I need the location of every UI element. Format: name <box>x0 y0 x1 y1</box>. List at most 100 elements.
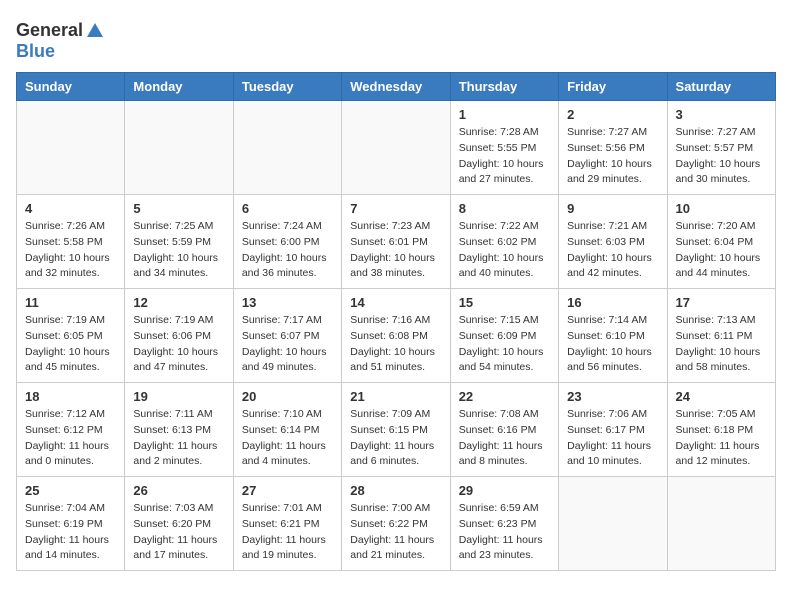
day-number: 13 <box>242 295 333 310</box>
day-info: Sunrise: 7:17 AM Sunset: 6:07 PM Dayligh… <box>242 313 333 376</box>
logo-blue-text: Blue <box>16 41 55 61</box>
day-info: Sunrise: 7:09 AM Sunset: 6:15 PM Dayligh… <box>350 407 441 470</box>
calendar-cell <box>667 477 775 571</box>
day-number: 4 <box>25 201 116 216</box>
calendar-cell <box>233 101 341 195</box>
day-number: 10 <box>676 201 767 216</box>
calendar-cell: 29 Sunrise: 6:59 AM Sunset: 6:23 PM Dayli… <box>450 477 558 571</box>
calendar-cell: 5 Sunrise: 7:25 AM Sunset: 5:59 PM Daylig… <box>125 195 233 289</box>
calendar-cell: 7 Sunrise: 7:23 AM Sunset: 6:01 PM Daylig… <box>342 195 450 289</box>
calendar-cell <box>342 101 450 195</box>
day-number: 17 <box>676 295 767 310</box>
calendar-cell: 15Sunrise: 7:15 AM Sunset: 6:09 PM Dayli… <box>450 289 558 383</box>
day-info: Sunrise: 6:59 AM Sunset: 6:23 PM Dayligh… <box>459 501 550 564</box>
day-info: Sunrise: 7:19 AM Sunset: 6:06 PM Dayligh… <box>133 313 224 376</box>
calendar-cell: 20 Sunrise: 7:10 AM Sunset: 6:14 PM Dayli… <box>233 383 341 477</box>
calendar-cell <box>17 101 125 195</box>
day-number: 6 <box>242 201 333 216</box>
day-info: Sunrise: 7:15 AM Sunset: 6:09 PM Dayligh… <box>459 313 550 376</box>
day-number: 9 <box>567 201 658 216</box>
calendar-cell: 9 Sunrise: 7:21 AM Sunset: 6:03 PM Daylig… <box>559 195 667 289</box>
calendar-table: SundayMondayTuesdayWednesdayThursdayFrid… <box>16 72 776 571</box>
day-number: 26 <box>133 483 224 498</box>
weekday-header-saturday: Saturday <box>667 73 775 101</box>
calendar-cell: 17 Sunrise: 7:13 AM Sunset: 6:11 PM Dayli… <box>667 289 775 383</box>
calendar-week-1: 1 Sunrise: 7:28 AM Sunset: 5:55 PM Daylig… <box>17 101 776 195</box>
calendar-cell: 4 Sunrise: 7:26 AM Sunset: 5:58 PM Daylig… <box>17 195 125 289</box>
day-info: Sunrise: 7:26 AM Sunset: 5:58 PM Dayligh… <box>25 219 116 282</box>
logo: General Blue <box>16 20 105 62</box>
day-info: Sunrise: 7:08 AM Sunset: 6:16 PM Dayligh… <box>459 407 550 470</box>
weekday-header-monday: Monday <box>125 73 233 101</box>
day-number: 5 <box>133 201 224 216</box>
day-info: Sunrise: 7:10 AM Sunset: 6:14 PM Dayligh… <box>242 407 333 470</box>
day-number: 7 <box>350 201 441 216</box>
day-info: Sunrise: 7:19 AM Sunset: 6:05 PM Dayligh… <box>25 313 116 376</box>
day-info: Sunrise: 7:23 AM Sunset: 6:01 PM Dayligh… <box>350 219 441 282</box>
day-info: Sunrise: 7:16 AM Sunset: 6:08 PM Dayligh… <box>350 313 441 376</box>
day-number: 19 <box>133 389 224 404</box>
calendar-week-5: 25 Sunrise: 7:04 AM Sunset: 6:19 PM Dayli… <box>17 477 776 571</box>
calendar-cell: 11 Sunrise: 7:19 AM Sunset: 6:05 PM Dayli… <box>17 289 125 383</box>
day-info: Sunrise: 7:05 AM Sunset: 6:18 PM Dayligh… <box>676 407 767 470</box>
day-info: Sunrise: 7:21 AM Sunset: 6:03 PM Dayligh… <box>567 219 658 282</box>
calendar-cell: 23 Sunrise: 7:06 AM Sunset: 6:17 PM Dayli… <box>559 383 667 477</box>
calendar-cell: 21 Sunrise: 7:09 AM Sunset: 6:15 PM Dayli… <box>342 383 450 477</box>
day-info: Sunrise: 7:00 AM Sunset: 6:22 PM Dayligh… <box>350 501 441 564</box>
calendar-cell: 10 Sunrise: 7:20 AM Sunset: 6:04 PM Dayli… <box>667 195 775 289</box>
day-info: Sunrise: 7:25 AM Sunset: 5:59 PM Dayligh… <box>133 219 224 282</box>
weekday-header-wednesday: Wednesday <box>342 73 450 101</box>
day-info: Sunrise: 7:28 AM Sunset: 5:55 PM Dayligh… <box>459 125 550 188</box>
calendar-cell: 14 Sunrise: 7:16 AM Sunset: 6:08 PM Dayli… <box>342 289 450 383</box>
day-number: 3 <box>676 107 767 122</box>
calendar-cell <box>559 477 667 571</box>
day-info: Sunrise: 7:27 AM Sunset: 5:56 PM Dayligh… <box>567 125 658 188</box>
calendar-cell: 28 Sunrise: 7:00 AM Sunset: 6:22 PM Dayli… <box>342 477 450 571</box>
calendar-cell: 18Sunrise: 7:12 AM Sunset: 6:12 PM Dayli… <box>17 383 125 477</box>
day-info: Sunrise: 7:04 AM Sunset: 6:19 PM Dayligh… <box>25 501 116 564</box>
calendar-week-3: 11 Sunrise: 7:19 AM Sunset: 6:05 PM Dayli… <box>17 289 776 383</box>
header: General Blue <box>16 16 776 62</box>
day-number: 11 <box>25 295 116 310</box>
day-number: 21 <box>350 389 441 404</box>
day-number: 1 <box>459 107 550 122</box>
day-number: 27 <box>242 483 333 498</box>
calendar-cell: 27Sunrise: 7:01 AM Sunset: 6:21 PM Dayli… <box>233 477 341 571</box>
day-info: Sunrise: 7:12 AM Sunset: 6:12 PM Dayligh… <box>25 407 116 470</box>
calendar-cell: 22 Sunrise: 7:08 AM Sunset: 6:16 PM Dayli… <box>450 383 558 477</box>
day-number: 20 <box>242 389 333 404</box>
calendar-cell: 8 Sunrise: 7:22 AM Sunset: 6:02 PM Daylig… <box>450 195 558 289</box>
weekday-header-thursday: Thursday <box>450 73 558 101</box>
calendar-cell: 26 Sunrise: 7:03 AM Sunset: 6:20 PM Dayli… <box>125 477 233 571</box>
day-info: Sunrise: 7:14 AM Sunset: 6:10 PM Dayligh… <box>567 313 658 376</box>
calendar-cell: 19Sunrise: 7:11 AM Sunset: 6:13 PM Dayli… <box>125 383 233 477</box>
day-info: Sunrise: 7:22 AM Sunset: 6:02 PM Dayligh… <box>459 219 550 282</box>
calendar-cell: 6 Sunrise: 7:24 AM Sunset: 6:00 PM Daylig… <box>233 195 341 289</box>
day-number: 28 <box>350 483 441 498</box>
weekday-header-row: SundayMondayTuesdayWednesdayThursdayFrid… <box>17 73 776 101</box>
calendar-week-4: 18Sunrise: 7:12 AM Sunset: 6:12 PM Dayli… <box>17 383 776 477</box>
day-number: 25 <box>25 483 116 498</box>
weekday-header-tuesday: Tuesday <box>233 73 341 101</box>
day-number: 23 <box>567 389 658 404</box>
weekday-header-sunday: Sunday <box>17 73 125 101</box>
calendar-cell: 24 Sunrise: 7:05 AM Sunset: 6:18 PM Dayli… <box>667 383 775 477</box>
day-info: Sunrise: 7:24 AM Sunset: 6:00 PM Dayligh… <box>242 219 333 282</box>
calendar-cell: 1 Sunrise: 7:28 AM Sunset: 5:55 PM Daylig… <box>450 101 558 195</box>
day-number: 8 <box>459 201 550 216</box>
day-info: Sunrise: 7:03 AM Sunset: 6:20 PM Dayligh… <box>133 501 224 564</box>
day-number: 12 <box>133 295 224 310</box>
calendar-cell: 12 Sunrise: 7:19 AM Sunset: 6:06 PM Dayli… <box>125 289 233 383</box>
day-number: 29 <box>459 483 550 498</box>
day-info: Sunrise: 7:06 AM Sunset: 6:17 PM Dayligh… <box>567 407 658 470</box>
day-number: 24 <box>676 389 767 404</box>
weekday-header-friday: Friday <box>559 73 667 101</box>
day-info: Sunrise: 7:13 AM Sunset: 6:11 PM Dayligh… <box>676 313 767 376</box>
day-number: 14 <box>350 295 441 310</box>
calendar-cell: 2Sunrise: 7:27 AM Sunset: 5:56 PM Daylig… <box>559 101 667 195</box>
calendar-cell: 13 Sunrise: 7:17 AM Sunset: 6:07 PM Dayli… <box>233 289 341 383</box>
day-info: Sunrise: 7:27 AM Sunset: 5:57 PM Dayligh… <box>676 125 767 188</box>
day-number: 16 <box>567 295 658 310</box>
day-number: 22 <box>459 389 550 404</box>
day-info: Sunrise: 7:20 AM Sunset: 6:04 PM Dayligh… <box>676 219 767 282</box>
